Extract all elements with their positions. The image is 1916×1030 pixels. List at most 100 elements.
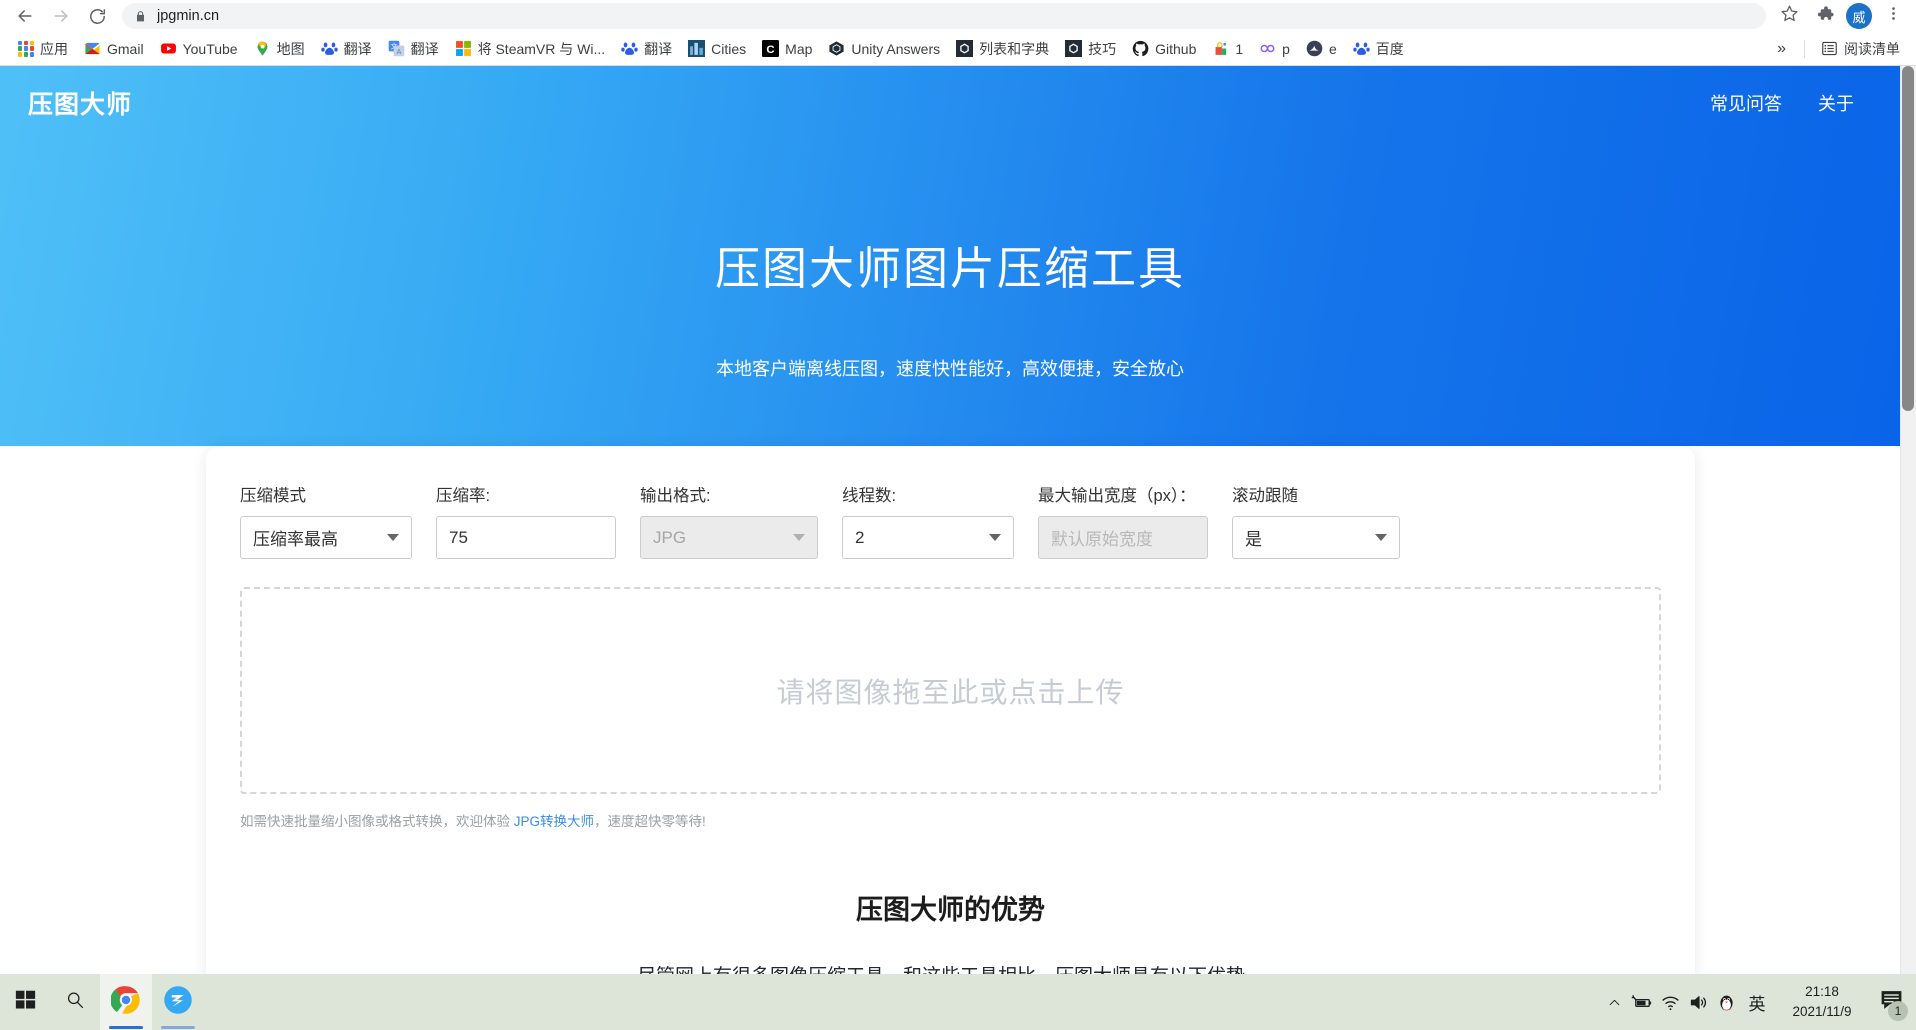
baidu-translate-icon bbox=[320, 40, 338, 57]
clock-date: 2021/11/9 bbox=[1792, 1004, 1852, 1019]
bookmark-star-button[interactable] bbox=[1774, 1, 1804, 31]
ime-language-indicator[interactable]: 英 bbox=[1740, 974, 1774, 1030]
bookmark-1[interactable]: 1 bbox=[1204, 37, 1251, 60]
page-subtitle: 本地客户端离线压图，速度快性能好，高效便捷，安全放心 bbox=[716, 359, 1184, 379]
cities-skylines-icon bbox=[688, 40, 706, 57]
bookmark-baidu-translate[interactable]: 翻译 bbox=[313, 36, 380, 62]
page-scrollbar-thumb[interactable] bbox=[1902, 66, 1914, 411]
bookmark-list-dict[interactable]: 列表和字典 bbox=[948, 36, 1057, 62]
compression-mode-select[interactable]: 压缩率最高 bbox=[240, 516, 412, 559]
bookmark-tips[interactable]: 技巧 bbox=[1057, 36, 1124, 62]
extensions-button[interactable] bbox=[1810, 1, 1840, 31]
unity-icon bbox=[1065, 40, 1083, 57]
unity-icon bbox=[828, 40, 845, 57]
nav-link-faq[interactable]: 常见问答 bbox=[1710, 90, 1782, 116]
notification-center-button[interactable]: 1 bbox=[1870, 974, 1912, 1030]
max-output-width-input[interactable]: 默认原始宽度 bbox=[1038, 516, 1208, 559]
back-button[interactable] bbox=[8, 1, 42, 31]
browser-toolbar: jpgmin.cn 威 bbox=[0, 0, 1916, 32]
bookmark-label: 应用 bbox=[40, 40, 68, 57]
bookmark-baidu-translate-2[interactable]: 翻译 bbox=[613, 36, 680, 62]
hero-banner: 压图大师 常见问答 关于 压图大师图片压缩工具 本地客户端离线压图，速度快性能好… bbox=[0, 66, 1900, 446]
site-brand[interactable]: 压图大师 bbox=[28, 85, 132, 121]
chrome-menu-button[interactable] bbox=[1878, 1, 1908, 31]
dropzone-label: 请将图像拖至此或点击上传 bbox=[776, 676, 1125, 708]
chevron-down-icon bbox=[989, 534, 1001, 541]
bookmark-label: Github bbox=[1155, 40, 1197, 57]
bookmark-p[interactable]: p bbox=[1251, 37, 1298, 60]
bookmark-gmail[interactable]: Gmail bbox=[76, 37, 152, 60]
wifi-icon[interactable] bbox=[1656, 974, 1684, 1030]
bookmark-youtube[interactable]: YouTube bbox=[152, 37, 246, 60]
promo-note-prefix: 如需快速批量缩小图像或格式转换，欢迎体验 bbox=[240, 814, 514, 829]
bookmark-cities[interactable]: Cities bbox=[680, 37, 754, 60]
three-dot-menu-icon bbox=[1885, 5, 1902, 27]
reload-button[interactable] bbox=[80, 1, 114, 31]
bookmark-unity-answers[interactable]: Unity Answers bbox=[820, 37, 948, 60]
forward-button[interactable] bbox=[44, 1, 78, 31]
bookmark-label: 列表和字典 bbox=[979, 40, 1050, 57]
taskbar-app-jpgmin[interactable] bbox=[152, 974, 204, 1030]
apps-grid-icon bbox=[18, 40, 34, 57]
page-scrollbar-track[interactable] bbox=[1900, 66, 1916, 976]
chevron-down-icon bbox=[387, 534, 399, 541]
battery-charging-icon[interactable] bbox=[1628, 974, 1656, 1030]
bookmark-label: 地图 bbox=[276, 40, 305, 57]
scroll-follow-select[interactable]: 是 bbox=[1232, 516, 1400, 559]
system-tray: 英 21:18 2021/11/9 1 bbox=[1600, 974, 1916, 1030]
tool-card: 压缩模式 压缩率最高 压缩率: 75 输出格式: JPG 线程数: 2 最大输出… bbox=[206, 446, 1695, 976]
advantages-heading: 压图大师的优势 bbox=[856, 895, 1045, 925]
promo-note-suffix: ，速度超快零等待! bbox=[594, 814, 706, 829]
bookmark-label: p bbox=[1282, 40, 1290, 57]
bookmark-label: Cities bbox=[711, 40, 747, 57]
file-dropzone[interactable]: 请将图像拖至此或点击上传 bbox=[240, 587, 1661, 794]
qq-penguin-icon[interactable] bbox=[1712, 974, 1740, 1030]
profile-avatar[interactable]: 威 bbox=[1846, 3, 1872, 29]
control-thread-count: 线程数: 2 bbox=[842, 482, 1014, 559]
select-value: 是 bbox=[1245, 530, 1262, 549]
control-label: 压缩率: bbox=[436, 487, 491, 505]
chevron-down-icon bbox=[1375, 534, 1387, 541]
taskbar-active-indicator bbox=[161, 1026, 195, 1029]
bookmark-github[interactable]: Github bbox=[1124, 37, 1204, 60]
taskbar-app-chrome[interactable] bbox=[100, 974, 152, 1030]
reading-list-icon bbox=[1821, 40, 1838, 57]
control-label: 最大输出宽度（px）： bbox=[1038, 487, 1196, 505]
bookmark-baidu[interactable]: 百度 bbox=[1345, 36, 1412, 62]
bookmark-e[interactable]: e bbox=[1298, 37, 1345, 60]
thread-count-select[interactable]: 2 bbox=[842, 516, 1014, 559]
forward-arrow-icon bbox=[51, 6, 71, 26]
bookmark-label: 翻译 bbox=[343, 40, 372, 57]
clock-time: 21:18 bbox=[1805, 984, 1839, 1000]
input-value: 75 bbox=[449, 527, 468, 547]
nav-link-about[interactable]: 关于 bbox=[1818, 90, 1854, 116]
control-max-output-width: 最大输出宽度（px）： 默认原始宽度 bbox=[1038, 482, 1208, 559]
taskbar-active-indicator bbox=[109, 1026, 143, 1029]
control-label: 滚动跟随 bbox=[1232, 487, 1298, 505]
svg-text:A: A bbox=[396, 48, 401, 56]
bookmark-map[interactable]: C Map bbox=[754, 37, 820, 60]
lock-icon bbox=[134, 10, 147, 23]
bookmark-maps[interactable]: 地图 bbox=[246, 36, 313, 62]
bookmark-steamvr[interactable]: 将 SteamVR 与 Wi... bbox=[447, 36, 614, 62]
volume-icon[interactable] bbox=[1684, 974, 1712, 1030]
reading-list-label: 阅读清单 bbox=[1844, 40, 1900, 57]
bookmark-google-translate[interactable]: 文A 翻译 bbox=[380, 36, 447, 62]
input-placeholder: 默认原始宽度 bbox=[1051, 530, 1153, 549]
bookmark-label: 翻译 bbox=[644, 40, 673, 57]
bookmark-label: 翻译 bbox=[410, 40, 439, 57]
address-bar[interactable]: jpgmin.cn bbox=[122, 3, 1766, 29]
promo-note-link[interactable]: JPG转换大师 bbox=[514, 814, 594, 829]
reading-list-button[interactable]: 阅读清单 bbox=[1813, 36, 1908, 62]
back-arrow-icon bbox=[15, 6, 35, 26]
taskbar-clock[interactable]: 21:18 2021/11/9 bbox=[1774, 974, 1870, 1030]
output-format-select[interactable]: JPG bbox=[640, 516, 818, 559]
bookmarks-overflow-button[interactable]: » bbox=[1767, 38, 1796, 60]
taskbar-search-button[interactable] bbox=[50, 974, 100, 1030]
compression-rate-input[interactable]: 75 bbox=[436, 516, 616, 559]
start-button[interactable] bbox=[0, 974, 50, 1030]
control-compression-mode: 压缩模式 压缩率最高 bbox=[240, 482, 412, 559]
bookmark-apps[interactable]: 应用 bbox=[10, 36, 76, 62]
show-hidden-icons-chevron[interactable] bbox=[1600, 974, 1628, 1030]
bookmark-label: 1 bbox=[1235, 40, 1244, 57]
